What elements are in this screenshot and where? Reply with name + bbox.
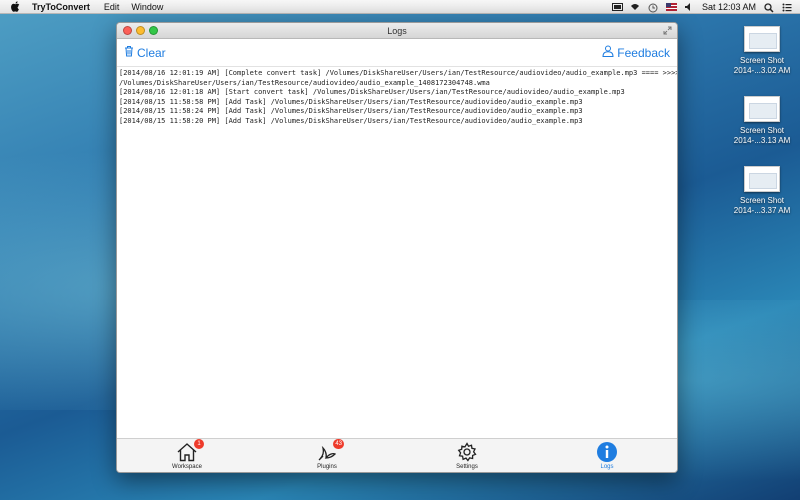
- tab-logs[interactable]: Logs: [537, 439, 677, 472]
- bottom-tab-bar: 1 Workspace 43 Plugins Settings Logs: [117, 438, 677, 472]
- log-line: [2014/08/16 12:01:18 AM] [Start convert …: [119, 88, 625, 96]
- tab-label: Logs: [600, 464, 614, 470]
- feedback-label: Feedback: [617, 45, 670, 60]
- person-icon: [602, 45, 614, 60]
- minimize-button[interactable]: [136, 26, 145, 35]
- tab-label: Settings: [456, 464, 478, 470]
- tab-label: Workspace: [172, 464, 202, 470]
- tab-label: Plugins: [317, 464, 337, 470]
- window-controls: [123, 26, 158, 35]
- log-line: [2014/08/16 12:01:19 AM] [Complete conve…: [119, 69, 677, 77]
- file-name-line2: 2014-...3.13 AM: [733, 136, 791, 145]
- battery-icon[interactable]: [611, 2, 623, 11]
- plugins-badge: 43: [333, 439, 344, 449]
- menu-edit[interactable]: Edit: [104, 2, 120, 12]
- gear-icon: [456, 441, 478, 463]
- plugins-icon: 43: [316, 439, 344, 463]
- logs-window: Logs Clear Feedback [2014/08/16 12:01:19…: [116, 22, 678, 473]
- file-name-line2: 2014-...3.37 AM: [733, 206, 791, 215]
- info-icon: [596, 441, 618, 463]
- workspace-badge: 1: [194, 439, 204, 449]
- logs-toolbar: Clear Feedback: [117, 39, 677, 67]
- volume-icon[interactable]: [684, 2, 694, 11]
- file-thumbnail: [744, 26, 780, 52]
- flag-icon[interactable]: [665, 2, 677, 11]
- wifi-icon[interactable]: [630, 3, 640, 11]
- apple-menu-icon[interactable]: [10, 1, 22, 13]
- time-machine-icon[interactable]: [648, 3, 658, 12]
- close-button[interactable]: [123, 26, 132, 35]
- file-name-line2: 2014-...3.02 AM: [733, 66, 791, 75]
- log-line: [2014/08/15 11:58:24 PM] [Add Task] /Vol…: [119, 107, 583, 115]
- app-menu[interactable]: TryToConvert: [32, 2, 90, 12]
- clock[interactable]: Sat 12:03 AM: [702, 2, 756, 12]
- file-name-line1: Screen Shot: [739, 196, 785, 205]
- file-name-line1: Screen Shot: [739, 126, 785, 135]
- tab-workspace[interactable]: 1 Workspace: [117, 439, 257, 472]
- spotlight-icon[interactable]: [764, 2, 774, 13]
- tab-settings[interactable]: Settings: [397, 439, 537, 472]
- log-line: [2014/08/15 11:58:20 PM] [Add Task] /Vol…: [119, 116, 583, 125]
- file-thumbnail: [744, 96, 780, 122]
- menu-bar-extras: Sat 12:03 AM: [611, 2, 792, 13]
- clear-label: Clear: [137, 45, 166, 60]
- window-titlebar[interactable]: Logs: [117, 23, 677, 39]
- log-line: /Volumes/DiskShareUser/Users/ian/TestRes…: [119, 78, 490, 87]
- zoom-button[interactable]: [149, 26, 158, 35]
- menu-bar: TryToConvert Edit Window Sat 12:03 AM: [0, 0, 800, 14]
- window-title: Logs: [387, 25, 407, 36]
- house-icon: 1: [176, 439, 204, 463]
- clear-button[interactable]: Clear: [124, 45, 166, 60]
- fullscreen-icon[interactable]: [663, 26, 672, 35]
- file-name-line1: Screen Shot: [739, 56, 785, 65]
- trash-icon: [124, 45, 134, 60]
- file-thumbnail: [744, 166, 780, 192]
- log-text-area[interactable]: [2014/08/16 12:01:19 AM] [Complete conve…: [117, 67, 677, 438]
- tab-plugins[interactable]: 43 Plugins: [257, 439, 397, 472]
- desktop-file-screenshot[interactable]: Screen Shot 2014-...3.02 AM: [730, 26, 794, 76]
- notification-center-icon[interactable]: [782, 3, 792, 11]
- log-line: [2014/08/15 11:58:58 PM] [Add Task] /Vol…: [119, 97, 583, 106]
- feedback-button[interactable]: Feedback: [602, 45, 670, 60]
- menu-window[interactable]: Window: [131, 2, 163, 12]
- desktop-file-screenshot[interactable]: Screen Shot 2014-...3.37 AM: [730, 166, 794, 216]
- desktop-file-screenshot[interactable]: Screen Shot 2014-...3.13 AM: [730, 96, 794, 146]
